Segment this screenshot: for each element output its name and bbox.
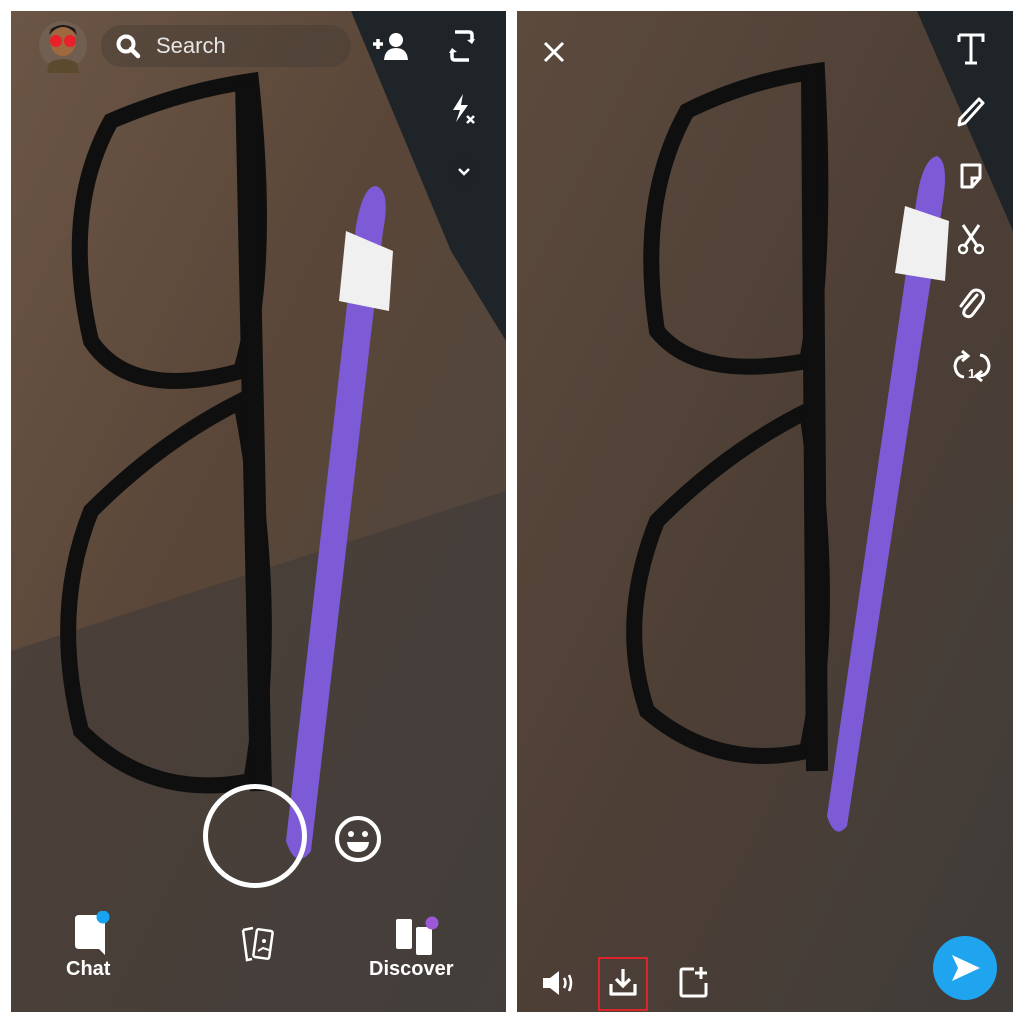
nav-chat[interactable]: Chat	[61, 911, 131, 991]
smiley-icon[interactable]	[333, 814, 383, 864]
memories-cards-icon[interactable]	[239, 924, 279, 964]
snap-preview-photo	[517, 11, 1013, 1012]
scissors-icon[interactable]	[958, 223, 984, 255]
search-icon	[116, 34, 141, 59]
discover-icon	[396, 916, 439, 955]
chevron-down-icon	[458, 168, 470, 176]
paperclip-icon[interactable]	[957, 287, 985, 321]
flip-camera-icon[interactable]	[449, 28, 475, 64]
sticker-icon[interactable]	[958, 162, 984, 190]
discover-label: Discover	[369, 958, 454, 980]
avatar[interactable]	[39, 19, 87, 73]
camera-screen: Search Chat Discover	[11, 11, 506, 1012]
flash-off-icon[interactable]	[451, 94, 477, 128]
more-options-toggle[interactable]	[450, 158, 478, 186]
snap-preview-screen: 1	[517, 11, 1013, 1012]
sound-icon[interactable]	[541, 969, 577, 997]
chat-icon	[75, 911, 110, 955]
send-button[interactable]	[933, 936, 997, 1000]
loop-button[interactable]: 1	[950, 346, 994, 386]
send-arrow-icon	[952, 955, 980, 981]
loop-count: 1	[968, 366, 976, 381]
close-icon[interactable]	[543, 41, 565, 63]
pencil-icon[interactable]	[957, 97, 985, 127]
bitmoji-avatar-icon	[39, 21, 87, 73]
add-friend-icon[interactable]	[371, 31, 409, 61]
nav-discover[interactable]: Discover	[366, 911, 476, 991]
chat-label: Chat	[66, 958, 111, 980]
text-tool-icon[interactable]	[957, 33, 985, 65]
capture-button[interactable]	[203, 784, 307, 888]
add-to-story-icon[interactable]	[678, 965, 710, 999]
search-placeholder[interactable]: Search	[156, 33, 226, 59]
save-download-icon[interactable]	[608, 967, 638, 997]
